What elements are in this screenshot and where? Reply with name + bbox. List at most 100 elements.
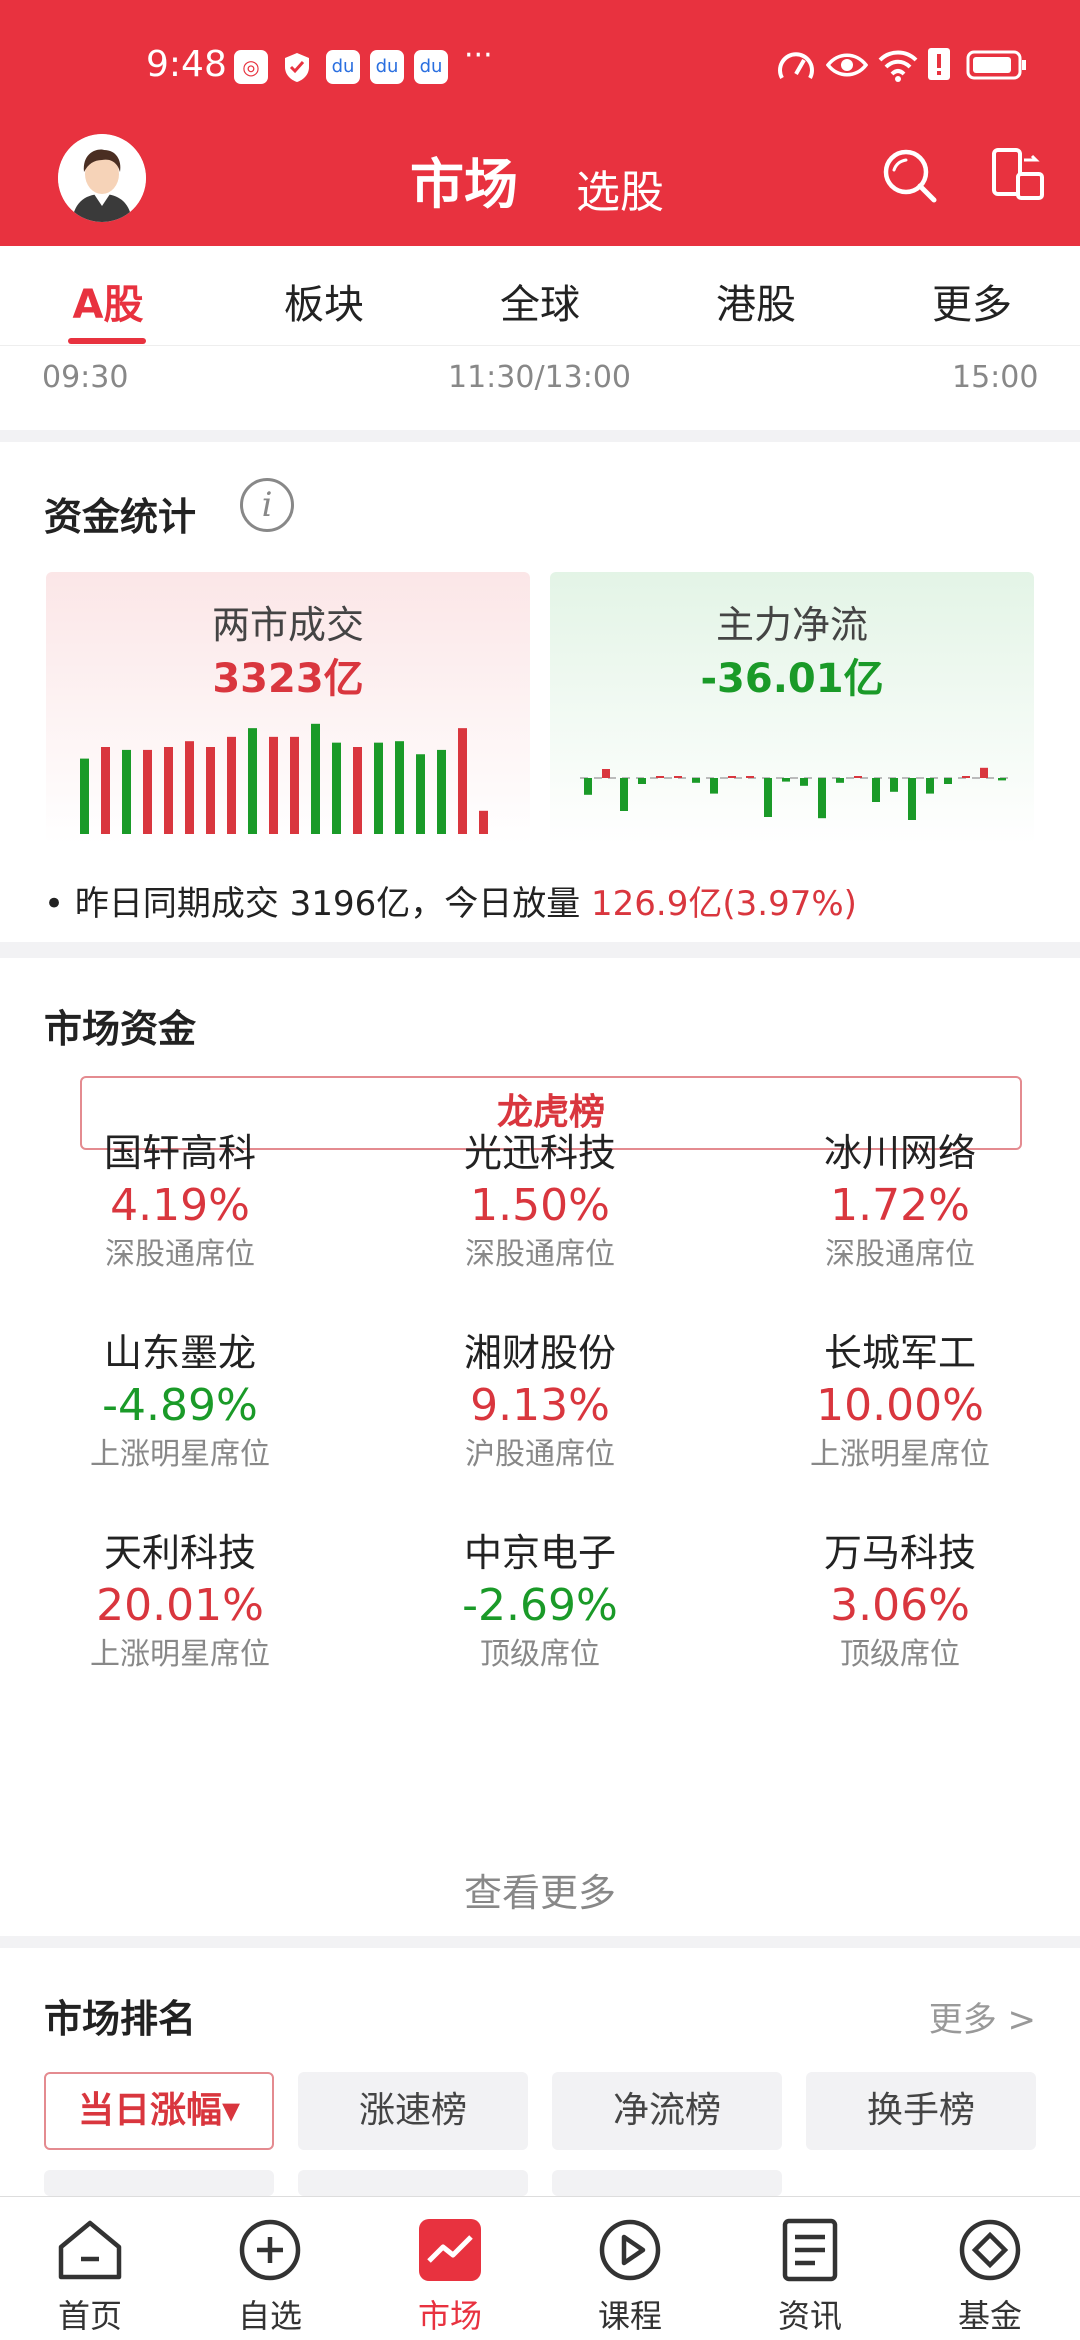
net-flow-bar xyxy=(602,769,610,778)
tab-more[interactable]: 更多 xyxy=(892,272,1052,330)
tab-a-share[interactable]: A股 xyxy=(28,272,188,330)
stock-seat: 沪股通席位 xyxy=(465,1437,615,1472)
nav-label: 首页 xyxy=(57,2297,122,2335)
stock-item[interactable]: 国轩高科 4.19% 深股通席位 xyxy=(30,1128,330,1276)
net-flow-bar xyxy=(584,778,592,795)
stock-seat: 上涨明星席位 xyxy=(90,1637,270,1672)
news-icon xyxy=(782,2218,838,2282)
see-more-link[interactable]: 查看更多 xyxy=(0,1862,1080,1917)
tab-hk[interactable]: 港股 xyxy=(676,272,836,330)
stock-item[interactable]: 光迅科技 1.50% 深股通席位 xyxy=(390,1128,690,1276)
nav-fund[interactable]: 基金 xyxy=(900,2197,1080,2340)
baidu-icon: du xyxy=(326,50,360,84)
turnover-bar xyxy=(206,747,215,834)
stock-item[interactable]: 山东墨龙 -4.89% 上涨明星席位 xyxy=(30,1328,330,1476)
stock-item[interactable]: 中京电子 -2.69% 顶级席位 xyxy=(390,1528,690,1676)
turnover-bar xyxy=(290,736,299,834)
net-flow-bar xyxy=(926,778,934,794)
yesterday-summary: • 昨日同期成交 3196亿，今日放量 126.9亿(3.97%) xyxy=(44,876,857,925)
top-header: 9:48 ◎ du du du ··· 市场 选股 xyxy=(0,0,1080,246)
stock-seat: 深股通席位 xyxy=(105,1237,255,1272)
net-flow-bar xyxy=(800,778,808,786)
market-rank-card: 市场排名 更多 > 当日涨幅▾ 涨速榜 净流榜 换手榜 xyxy=(0,1948,1080,2196)
more-notifications-icon: ··· xyxy=(464,38,493,73)
stock-item[interactable]: 冰川网络 1.72% 深股通席位 xyxy=(750,1128,1050,1276)
turnover-box[interactable]: 两市成交 3323亿 xyxy=(46,572,530,844)
rank-chip-row2[interactable] xyxy=(44,2170,274,2196)
status-time: 9:48 xyxy=(146,44,227,85)
net-flow-bar xyxy=(764,778,772,817)
rank-chip-row2[interactable] xyxy=(552,2170,782,2196)
stock-change: 4.19% xyxy=(110,1180,250,1231)
nav-market[interactable]: 市场 xyxy=(360,2197,540,2340)
page-title: 市场 xyxy=(410,153,518,216)
stock-seat: 上涨明星席位 xyxy=(90,1437,270,1472)
data-speed-icon xyxy=(778,52,814,79)
home-icon xyxy=(58,2220,122,2280)
nav-news[interactable]: 资讯 xyxy=(720,2197,900,2340)
stock-item[interactable]: 万马科技 3.06% 顶级席位 xyxy=(750,1528,1050,1676)
nav-course[interactable]: 课程 xyxy=(540,2197,720,2340)
nav-label: 市场 xyxy=(417,2297,482,2335)
stock-name: 冰川网络 xyxy=(823,1131,976,1175)
eye-icon xyxy=(826,53,868,77)
rank-chip-daily-gain[interactable]: 当日涨幅▾ xyxy=(44,2072,274,2150)
rank-chip-net-flow[interactable]: 净流榜 xyxy=(552,2072,782,2150)
stock-name: 长城军工 xyxy=(823,1331,976,1375)
stock-change: -2.69% xyxy=(462,1580,618,1631)
stock-change: 10.00% xyxy=(816,1380,984,1431)
turnover-bar xyxy=(101,747,110,834)
rank-chip-speed[interactable]: 涨速榜 xyxy=(298,2072,528,2150)
stock-change: 20.01% xyxy=(96,1580,264,1631)
nav-watchlist[interactable]: 自选 xyxy=(180,2197,360,2340)
section-title: 市场资金 xyxy=(44,1007,197,1051)
stock-item[interactable]: 长城军工 10.00% 上涨明星席位 xyxy=(750,1328,1050,1476)
baidu-icon: du xyxy=(370,50,404,84)
turnover-bar xyxy=(143,749,152,834)
search-icon[interactable] xyxy=(880,146,940,206)
turnover-bar xyxy=(80,758,89,834)
stock-picker-link[interactable]: 选股 xyxy=(576,156,664,220)
tab-indicator xyxy=(68,338,146,344)
stock-name: 山东墨龙 xyxy=(103,1331,256,1375)
nav-home[interactable]: 首页 xyxy=(0,2197,180,2340)
stock-item[interactable]: 天利科技 20.01% 上涨明星席位 xyxy=(30,1528,330,1676)
turnover-bar xyxy=(122,749,131,834)
bullet-icon: • xyxy=(44,884,65,924)
time-axis-mid: 11:30/13:00 xyxy=(448,360,632,395)
fund-stats-card: 资金统计 i 两市成交 3323亿 主力净流 -36.01亿 • 昨日同期成交 … xyxy=(0,442,1080,942)
stock-change: 3.06% xyxy=(830,1580,970,1631)
net-flow-box[interactable]: 主力净流 -36.01亿 xyxy=(550,572,1034,844)
nav-label: 自选 xyxy=(237,2297,302,2335)
net-flow-bar xyxy=(998,778,1006,781)
stock-seat: 深股通席位 xyxy=(465,1237,615,1272)
net-flow-bar xyxy=(782,778,790,782)
stock-seat: 深股通席位 xyxy=(825,1237,975,1272)
rank-chip-turnover[interactable]: 换手榜 xyxy=(806,2072,1036,2150)
yesterday-text: 昨日同期成交 3196亿，今日放量 xyxy=(74,884,592,924)
rank-chip-row2[interactable] xyxy=(298,2170,528,2196)
time-axis-start: 09:30 xyxy=(42,360,129,395)
stock-seat: 顶级席位 xyxy=(480,1637,600,1672)
tab-global[interactable]: 全球 xyxy=(460,272,620,330)
section-title: 市场排名 xyxy=(44,1997,197,2041)
stock-item[interactable]: 湘财股份 9.13% 沪股通席位 xyxy=(390,1328,690,1476)
turnover-bar xyxy=(311,723,320,834)
turnover-bar xyxy=(416,754,425,834)
bottom-nav: 首页 自选 市场 课程 资讯 基金 xyxy=(0,2196,1080,2340)
net-flow-bar xyxy=(890,778,898,792)
stock-seat: 上涨明星席位 xyxy=(810,1437,990,1472)
phone-switch-icon[interactable] xyxy=(988,146,1048,206)
sim-alert-icon xyxy=(928,48,950,80)
tab-sector[interactable]: 板块 xyxy=(244,272,404,330)
rank-more-link[interactable]: 更多 > xyxy=(929,1992,1036,2041)
net-flow-bar xyxy=(944,778,952,784)
stock-name: 国轩高科 xyxy=(103,1131,256,1175)
nav-label: 资讯 xyxy=(777,2297,842,2335)
info-icon[interactable]: i xyxy=(240,478,294,532)
net-flow-bar-chart xyxy=(580,767,1010,820)
turnover-bar xyxy=(353,747,362,834)
shield-icon xyxy=(280,50,314,84)
turnover-bar xyxy=(479,810,488,834)
user-avatar[interactable] xyxy=(58,134,146,222)
